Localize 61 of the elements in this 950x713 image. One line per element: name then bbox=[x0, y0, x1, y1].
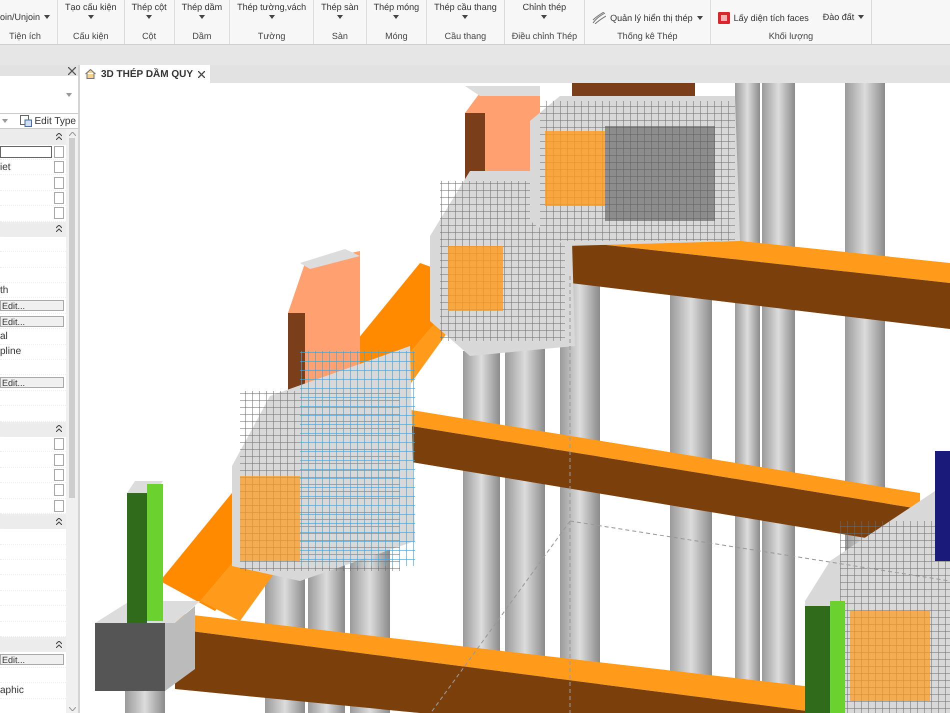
checkbox[interactable] bbox=[54, 161, 64, 174]
dropdown-caret-icon[interactable] bbox=[66, 92, 72, 97]
scroll-up-icon[interactable] bbox=[68, 132, 76, 136]
scroll-down-icon[interactable] bbox=[68, 707, 76, 711]
rebar-icon bbox=[592, 12, 606, 24]
checkbox[interactable] bbox=[54, 500, 64, 512]
edit-button[interactable]: Edit... bbox=[0, 377, 64, 388]
checkbox[interactable] bbox=[54, 176, 64, 189]
input-field[interactable] bbox=[0, 146, 52, 158]
ribbon-button[interactable]: Thép cột bbox=[132, 0, 167, 19]
ribbon-group-label: Dầm bbox=[192, 30, 212, 43]
collapse-icon[interactable] bbox=[56, 640, 62, 648]
checkbox[interactable] bbox=[54, 207, 64, 220]
ribbon-group-label: Thống kê Thép bbox=[617, 30, 678, 43]
collapse-icon[interactable] bbox=[56, 225, 62, 232]
ribbon-button[interactable]: Tạo cấu kiện bbox=[65, 0, 117, 19]
ribbon-group-label: Tường bbox=[258, 30, 286, 43]
dropdown-caret-icon[interactable] bbox=[2, 119, 8, 124]
ribbon-group-label: Cột bbox=[142, 30, 156, 43]
edit-button[interactable]: Edit... bbox=[0, 654, 64, 666]
ribbon-group-label: Tiện ích bbox=[9, 30, 41, 43]
property-label: th bbox=[0, 284, 8, 296]
edit-button[interactable]: Edit... bbox=[0, 316, 64, 327]
ribbon-button[interactable]: Chỉnh thép bbox=[522, 0, 566, 19]
collapse-icon[interactable] bbox=[56, 518, 62, 525]
ribbon-button[interactable]: Thép sàn bbox=[321, 0, 359, 19]
property-label: aphic bbox=[0, 684, 24, 696]
edit-type-icon bbox=[20, 115, 32, 128]
checkbox[interactable] bbox=[54, 454, 64, 466]
checkbox[interactable] bbox=[54, 146, 64, 158]
checkbox[interactable] bbox=[54, 484, 64, 496]
ribbon-group-label: Cầu thang bbox=[444, 30, 486, 43]
checkbox[interactable] bbox=[54, 192, 64, 204]
property-label: iet bbox=[0, 162, 11, 173]
app-icon bbox=[718, 12, 730, 24]
ribbon-button[interactable]: Quản lý hiển thị thép bbox=[592, 12, 703, 24]
close-icon[interactable] bbox=[68, 66, 76, 75]
collapse-icon[interactable] bbox=[56, 425, 62, 432]
ribbon-button[interactable]: Đào đất bbox=[822, 12, 864, 22]
house-icon bbox=[85, 69, 96, 79]
ribbon-group-label: Điều chỉnh Thép bbox=[512, 30, 578, 43]
ribbon-group-label: Cấu kiện bbox=[73, 30, 109, 43]
checkbox[interactable] bbox=[54, 438, 64, 450]
ribbon-button[interactable]: Lấy diện tích faces bbox=[718, 12, 809, 24]
ribbon-button[interactable]: oin/Unjoin bbox=[0, 12, 50, 22]
ribbon-button[interactable]: Thép tường,vách bbox=[237, 0, 306, 19]
property-label: pline bbox=[0, 346, 22, 358]
edit-button[interactable]: Edit... bbox=[0, 300, 64, 312]
checkbox[interactable] bbox=[54, 468, 64, 481]
ribbon-group-label: Khối lượng bbox=[768, 30, 814, 43]
property-label: al bbox=[0, 330, 8, 342]
ribbon-group-label: Sàn bbox=[332, 30, 348, 43]
ribbon-group-label: Móng bbox=[385, 30, 408, 43]
collapse-icon[interactable] bbox=[56, 132, 62, 140]
ribbon-button[interactable]: Thép móng bbox=[374, 0, 420, 19]
ribbon-button[interactable]: Thép cầu thang bbox=[434, 0, 497, 19]
ribbon-button[interactable]: Thép dầm bbox=[182, 0, 222, 19]
edit-type-button[interactable]: Edit Type bbox=[20, 115, 76, 128]
view-tab[interactable]: 3D THÉP DẦM QUY bbox=[80, 65, 210, 83]
close-icon[interactable] bbox=[198, 70, 206, 78]
scrollbar-thumb[interactable] bbox=[69, 138, 75, 498]
